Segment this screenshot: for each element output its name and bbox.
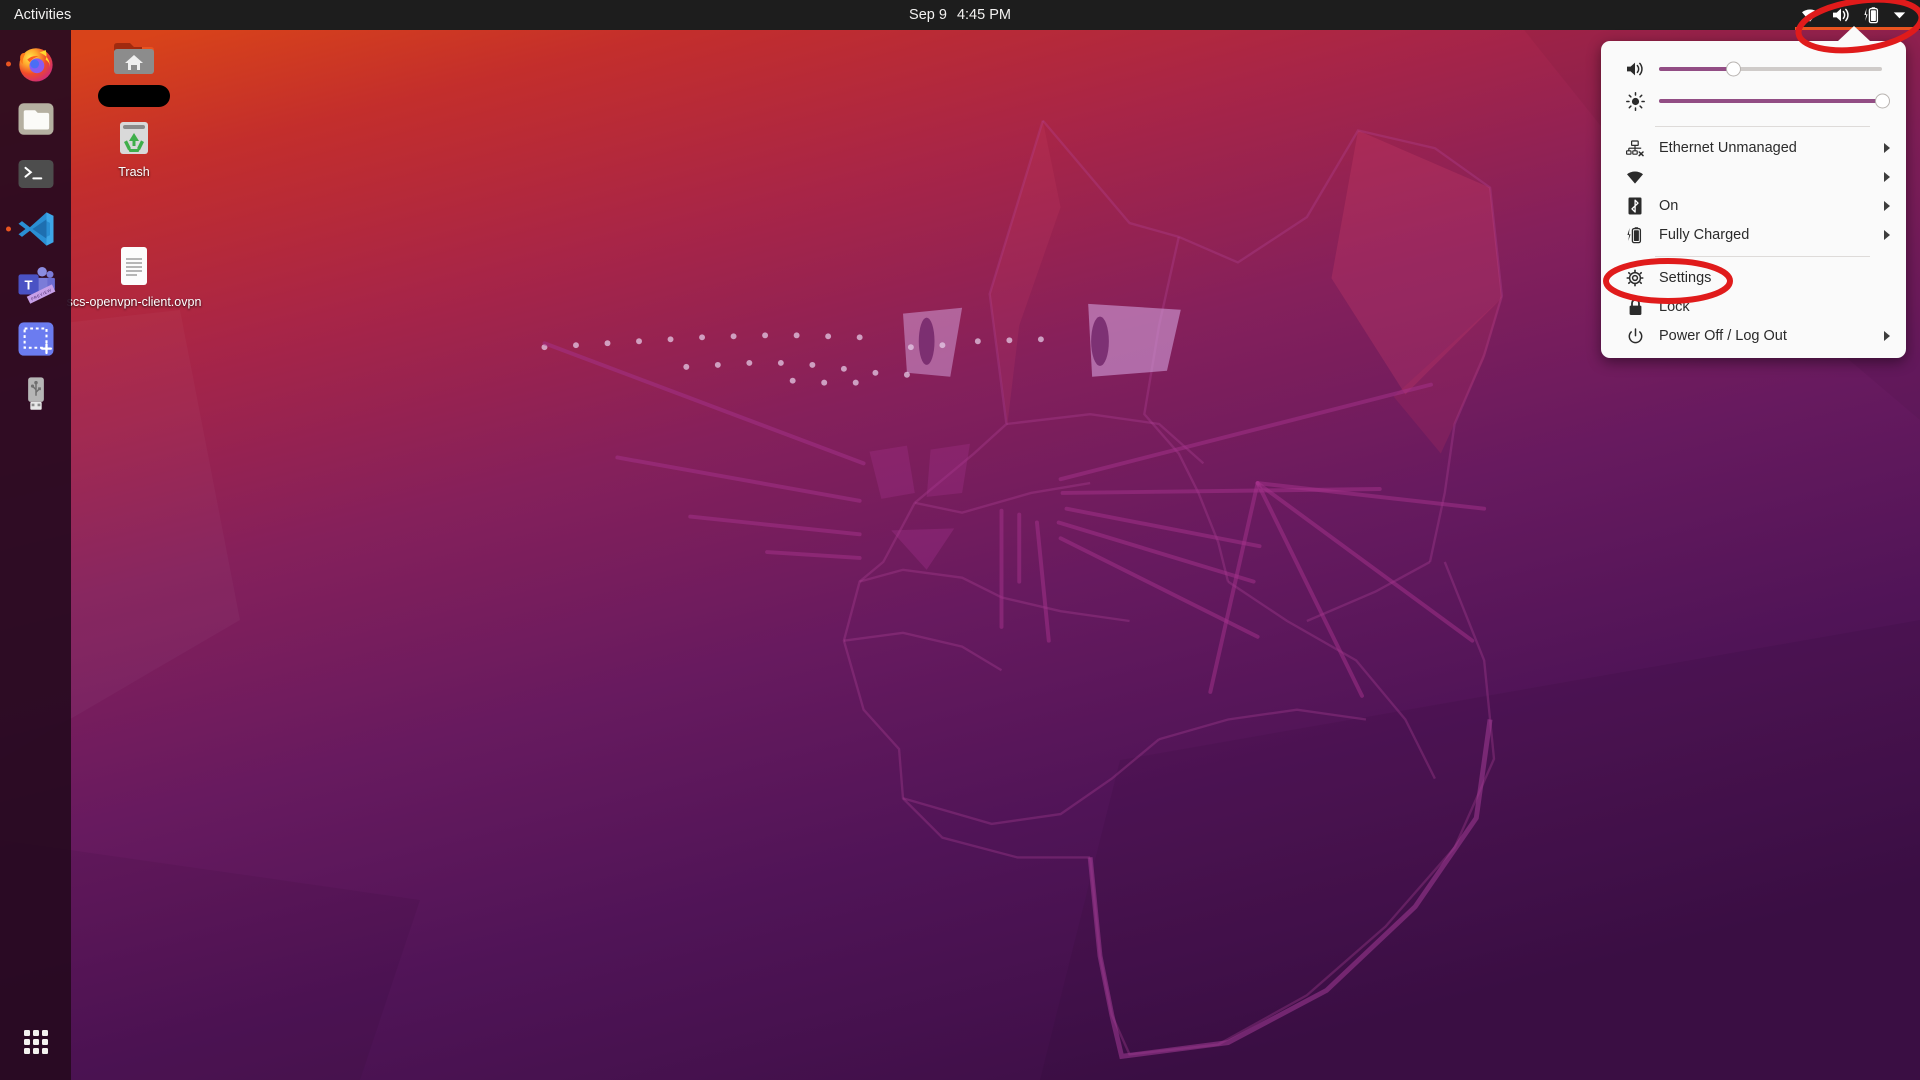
menu-item-bluetooth[interactable]: On — [1601, 194, 1906, 218]
power-icon — [1623, 327, 1647, 345]
brightness-slider-track[interactable] — [1659, 93, 1890, 109]
menu-item-lock[interactable]: Lock — [1601, 295, 1906, 319]
volume-slider-track[interactable] — [1659, 61, 1882, 77]
dock-item-screenshot[interactable] — [0, 311, 71, 366]
wifi-icon — [1623, 170, 1647, 185]
menu-item-ethernet-label: Ethernet Unmanaged — [1659, 140, 1797, 156]
menu-item-ethernet[interactable]: Ethernet Unmanaged — [1601, 136, 1906, 160]
top-bar: Activities Sep 9 4:45 PM — [0, 0, 1920, 30]
desktop-icon-openvpn-config-label: scs-openvpn-client.ovpn — [66, 295, 202, 309]
menu-item-settings[interactable]: Settings — [1601, 266, 1906, 290]
trash-icon — [120, 122, 148, 154]
menu-item-bluetooth-label: On — [1659, 198, 1679, 214]
files-icon — [18, 102, 53, 135]
chevron-right-icon — [1884, 201, 1890, 211]
battery-charging-icon — [1864, 6, 1880, 24]
brightness-icon — [1623, 91, 1647, 111]
system-menu-panel: Ethernet Unmanaged On Fully Charged Sett… — [1601, 41, 1906, 358]
document-icon — [121, 247, 147, 285]
desktop-icon-openvpn-config[interactable]: scs-openvpn-client.ovpn — [62, 242, 206, 309]
menu-item-power[interactable]: Power Off / Log Out — [1601, 324, 1906, 348]
brightness-slider-knob[interactable] — [1875, 93, 1890, 109]
teams-icon: T PREVIEW — [18, 266, 55, 304]
desktop-icon-home-folder[interactable] — [86, 34, 182, 107]
dock-item-files[interactable] — [0, 91, 71, 146]
dock-item-usb-drive[interactable] — [0, 366, 71, 421]
clock-time: 4:45 PM — [956, 7, 1011, 23]
chevron-right-icon — [1884, 172, 1890, 182]
usb-drive-icon — [27, 376, 44, 410]
system-menu-arrow — [1838, 26, 1870, 41]
menu-item-power-label: Power Off / Log Out — [1659, 328, 1787, 344]
vscode-icon — [18, 211, 53, 246]
dock-item-teams[interactable]: T PREVIEW — [0, 256, 71, 311]
firefox-icon — [18, 47, 53, 81]
volume-slider-knob[interactable] — [1725, 61, 1741, 77]
dock-item-firefox[interactable] — [0, 36, 71, 91]
battery-charging-icon — [1623, 226, 1647, 244]
gear-icon — [1623, 269, 1647, 287]
dock: T PREVIEW — [0, 30, 71, 1080]
screenshot-selection-icon — [18, 321, 53, 356]
volume-icon — [1832, 7, 1851, 23]
menu-item-lock-label: Lock — [1659, 299, 1690, 315]
menu-item-settings-label: Settings — [1659, 270, 1712, 286]
home-folder-label-redacted — [98, 85, 170, 107]
menu-item-wifi[interactable] — [1601, 165, 1906, 189]
brightness-slider-row[interactable] — [1601, 85, 1906, 117]
clock-button[interactable]: Sep 9 4:45 PM — [909, 0, 1011, 30]
dock-item-terminal[interactable] — [0, 146, 71, 201]
menu-divider-bottom — [1655, 256, 1870, 257]
vscode-running-indicator — [6, 226, 11, 231]
lock-icon — [1623, 298, 1647, 316]
menu-item-battery-label: Fully Charged — [1659, 227, 1750, 243]
chevron-right-icon — [1884, 331, 1890, 341]
desktop-icon-trash-label: Trash — [118, 165, 150, 179]
dock-item-vscode[interactable] — [0, 201, 71, 256]
chevron-right-icon — [1884, 230, 1890, 240]
volume-slider-fill — [1659, 67, 1733, 71]
volume-slider-row[interactable] — [1601, 53, 1906, 85]
home-folder-icon — [114, 43, 154, 74]
menu-item-battery[interactable]: Fully Charged — [1601, 223, 1906, 247]
chevron-right-icon — [1884, 143, 1890, 153]
desktop-icon-trash[interactable]: Trash — [86, 112, 182, 179]
ethernet-disconnected-icon — [1623, 139, 1647, 157]
menu-divider-top — [1655, 126, 1870, 127]
brightness-slider-fill — [1659, 99, 1882, 103]
svg-text:T: T — [24, 277, 32, 292]
firefox-running-indicator — [6, 61, 11, 66]
volume-icon — [1623, 61, 1647, 77]
wifi-icon — [1801, 8, 1819, 23]
show-applications-button[interactable] — [0, 1014, 71, 1070]
bluetooth-icon — [1623, 197, 1647, 215]
app-grid-icon — [23, 1030, 48, 1054]
activities-button[interactable]: Activities — [0, 0, 83, 30]
chevron-down-icon — [1893, 11, 1906, 20]
clock-date: Sep 9 — [909, 7, 947, 23]
terminal-icon — [18, 159, 53, 188]
